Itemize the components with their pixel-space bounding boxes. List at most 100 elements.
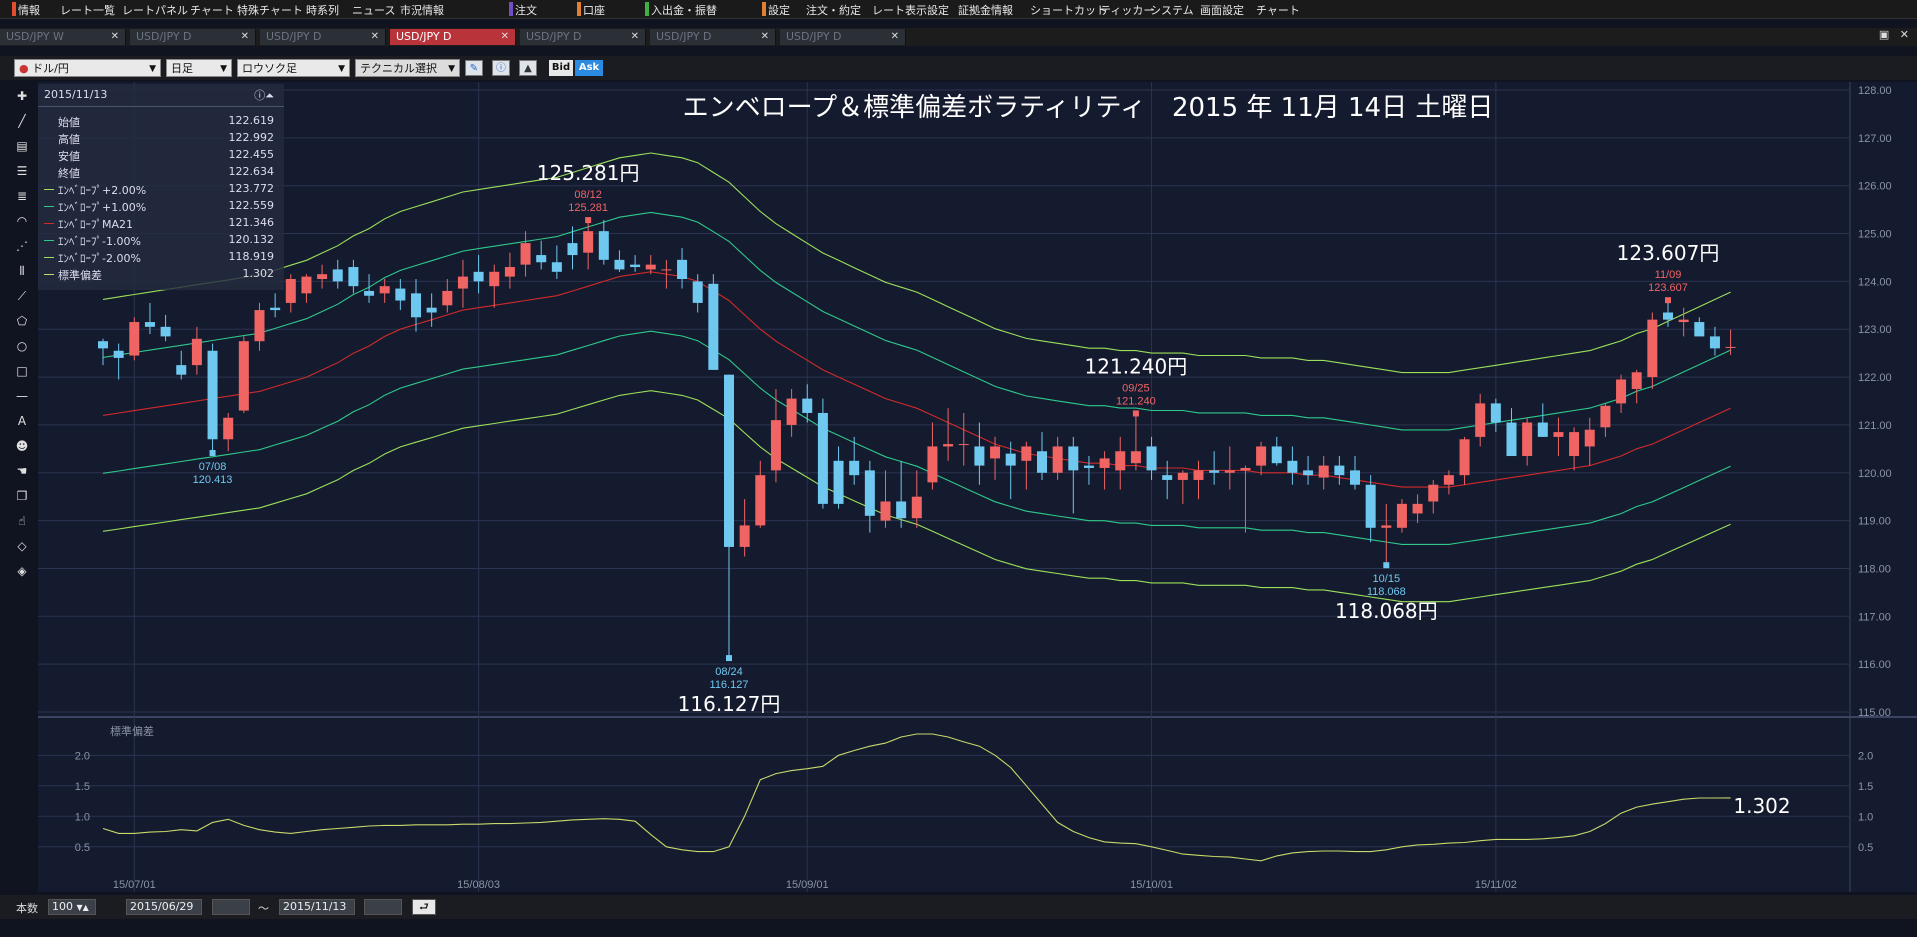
menu-item[interactable]: チャート	[1256, 2, 1300, 18]
menu-item[interactable]: 入出金・振替	[651, 2, 717, 18]
candle-body	[1396, 503, 1407, 528]
hline-icon[interactable]: —	[12, 386, 32, 406]
tab-close-icon[interactable]: ✕	[631, 29, 639, 45]
mountain-chart-icon[interactable]: ▲	[519, 60, 537, 76]
select-icon[interactable]: ☝	[12, 511, 32, 531]
pentagon-icon[interactable]: ⬠	[12, 311, 32, 331]
tab-close-icon[interactable]: ✕	[111, 29, 119, 45]
candle-body	[1678, 319, 1689, 323]
fan-icon[interactable]: ⋰	[12, 236, 32, 256]
info-icon[interactable]: ⓘ	[492, 60, 510, 76]
gann-icon[interactable]: ⟋	[12, 286, 32, 306]
menu-item[interactable]: チャート	[190, 2, 234, 18]
period-select[interactable]: 日足 ▼	[166, 59, 232, 77]
chevron-down-icon: ▼	[338, 64, 345, 74]
pen-icon[interactable]: ✎	[465, 60, 483, 76]
window-buttons: ▣ ✕	[1879, 28, 1909, 46]
chart-type-select[interactable]: ロウソク足 ▼	[237, 59, 350, 77]
rectangle-icon[interactable]: □	[12, 361, 32, 381]
chart-toolbar: ● ドル/円 ▼ 日足 ▼ ロウソク足 ▼ テクニカル選択 ▼ ✎ ⓘ ▲ Bi…	[0, 56, 1917, 80]
candle-body	[411, 293, 421, 318]
price-tick-label: 115.00	[1858, 707, 1891, 719]
chart-tab[interactable]: USD/JPY W ✕	[0, 29, 126, 45]
ruler-icon[interactable]: ▤	[12, 136, 32, 156]
from-date-input[interactable]: 2015/06/29	[126, 899, 202, 915]
menu-item[interactable]: 市況情報	[400, 2, 444, 18]
candle-body	[1709, 336, 1720, 349]
chart-tab[interactable]: USD/JPY D ✕	[390, 29, 516, 45]
price-tick-label: 117.00	[1858, 611, 1891, 623]
drawing-tools: ✚ ╱ ▤ ☰ ≣ ◠ ⋰ ⦀ ⟋ ⬠ ○ □ — A ☻ ☚ ❐ ☝ ◇ ◈	[10, 86, 34, 586]
info-toggle-icon[interactable]: ⓘ⏶	[254, 87, 274, 103]
candle-body	[489, 271, 500, 287]
pair-select[interactable]: ● ドル/円 ▼	[14, 59, 161, 77]
candle-body	[1584, 429, 1595, 447]
candle-body	[1694, 322, 1705, 337]
series-swatch	[44, 223, 54, 224]
menu-item[interactable]: 設定	[768, 2, 790, 18]
price-tick-label: 126.00	[1858, 181, 1892, 193]
eraser-icon[interactable]: ◇	[12, 536, 32, 556]
menu-item[interactable]: 証拠金情報	[958, 2, 1013, 18]
chart-tab[interactable]: USD/JPY D ✕	[520, 29, 646, 45]
tab-close-icon[interactable]: ✕	[891, 29, 899, 45]
technical-select[interactable]: テクニカル選択 ▼	[355, 59, 460, 77]
channel-icon[interactable]: ≣	[12, 186, 32, 206]
candle-body	[661, 269, 672, 271]
menu-item[interactable]: 画面設定	[1200, 2, 1244, 18]
tab-close-icon[interactable]: ✕	[501, 29, 509, 45]
vertical-lines-icon[interactable]: ⦀	[12, 261, 32, 281]
trendline-icon[interactable]: ╱	[12, 111, 32, 131]
chart-tab[interactable]: USD/JPY D ✕	[780, 29, 906, 45]
to-date-input[interactable]: 2015/11/13	[279, 899, 355, 915]
bid-button[interactable]: Bid	[549, 60, 573, 76]
price-chart[interactable]: 128.00 127.00 126.00 125.00 124.00 123.00 122.…	[38, 82, 1917, 892]
menu-item[interactable]: レート表示設定	[872, 2, 949, 18]
circle-icon[interactable]: ○	[12, 336, 32, 356]
to-time-input[interactable]	[364, 899, 402, 915]
menu-item[interactable]: ショートカット	[1030, 2, 1107, 18]
to-date-value: 2015/11/13	[283, 900, 347, 913]
extreme-callout: 116.127円	[678, 692, 781, 716]
crosshair-icon[interactable]: ✚	[12, 86, 32, 106]
copy-icon[interactable]: ❐	[12, 486, 32, 506]
eraser-all-icon[interactable]: ◈	[12, 561, 32, 581]
menu-item[interactable]: 時系列	[306, 2, 339, 18]
menu-item[interactable]: ニュース	[352, 2, 395, 18]
candle-body	[739, 525, 750, 547]
tab-close-icon[interactable]: ✕	[241, 29, 249, 45]
apply-icon[interactable]: ⮐	[412, 899, 436, 915]
count-input[interactable]: 100 ▼▲	[48, 899, 96, 915]
horizontal-line-icon[interactable]: ☰	[12, 161, 32, 181]
fibonacci-arc-icon[interactable]: ◠	[12, 211, 32, 231]
stepper-icon[interactable]: ▼▲	[77, 903, 89, 912]
data-window-label: ｴﾝﾍﾞﾛｰﾌﾟ-1.00%	[58, 235, 141, 248]
tab-close-icon[interactable]: ✕	[761, 29, 769, 45]
menu-item[interactable]: 特殊チャート	[237, 2, 303, 18]
candle-body	[1663, 312, 1673, 320]
chart-tab[interactable]: USD/JPY D ✕	[130, 29, 256, 45]
candle-body	[708, 283, 719, 370]
menu-group-marker	[762, 2, 766, 16]
tab-close-icon[interactable]: ✕	[371, 29, 379, 45]
menu-item[interactable]: 注文・約定	[806, 2, 861, 18]
menu-item[interactable]: 情報	[18, 2, 40, 18]
text-icon[interactable]: A	[12, 411, 32, 431]
menu-item[interactable]: システム	[1150, 2, 1194, 18]
stddev-callout: 1.302	[1733, 794, 1790, 818]
menu-item[interactable]: 注文	[515, 2, 537, 18]
menu-item[interactable]: レート一覧	[60, 2, 115, 18]
menu-item[interactable]: レートパネル	[122, 2, 188, 18]
stamp-icon[interactable]: ☻	[12, 436, 32, 456]
data-window-row: 標準偏差 1.302	[44, 267, 274, 283]
hand-icon[interactable]: ☚	[12, 461, 32, 481]
ask-button[interactable]: Ask	[575, 60, 603, 76]
chart-tab[interactable]: USD/JPY D ✕	[260, 29, 386, 45]
restore-icon[interactable]: ▣	[1879, 28, 1889, 41]
close-icon[interactable]: ✕	[1900, 28, 1909, 41]
candle-body	[1428, 484, 1439, 502]
chart-tab[interactable]: USD/JPY D ✕	[650, 29, 776, 45]
menu-item[interactable]: 口座	[583, 2, 605, 18]
from-time-input[interactable]	[212, 899, 250, 915]
menu-item[interactable]: ティッカー	[1100, 2, 1154, 18]
